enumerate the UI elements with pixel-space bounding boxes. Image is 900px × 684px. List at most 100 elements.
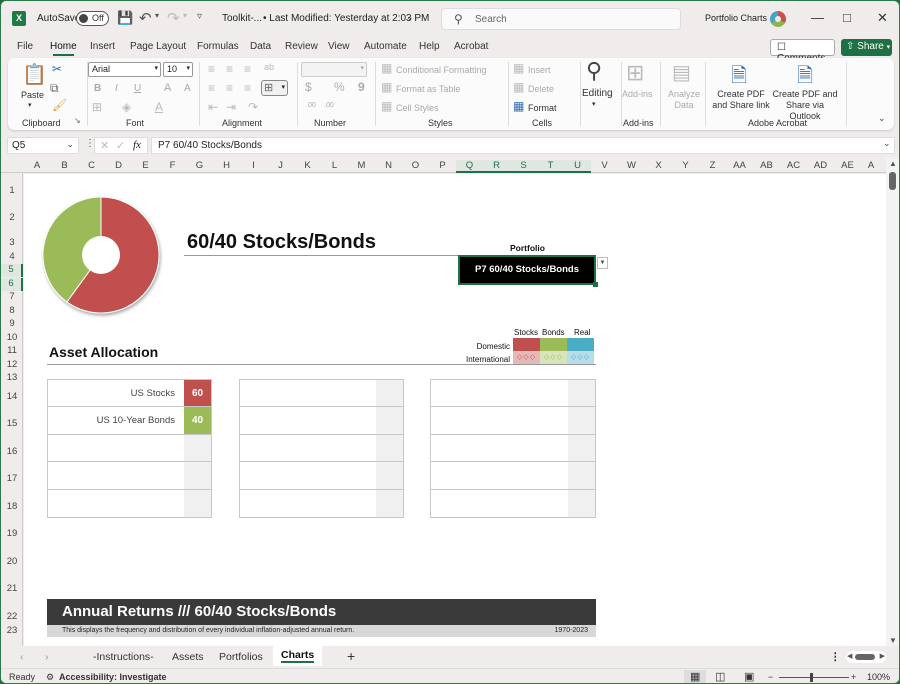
percent-button[interactable]: % <box>334 80 345 94</box>
wrap-text-icon[interactable]: ↷ <box>248 100 258 114</box>
vertical-scrollbar[interactable]: ▲ ▼ <box>886 158 899 646</box>
merge-center-button[interactable]: ⊞ ▾ <box>261 80 288 96</box>
sheet-tab-assets[interactable]: Assets <box>172 651 204 663</box>
row-header[interactable]: 6 <box>1 278 23 291</box>
allocation-row[interactable] <box>48 434 211 463</box>
column-header[interactable]: B <box>51 160 78 171</box>
scroll-down-icon[interactable]: ▼ <box>889 636 897 645</box>
dialog-launcher-icon[interactable]: ↘ <box>74 116 81 125</box>
next-sheet-icon[interactable]: › <box>45 651 49 663</box>
delete-button[interactable]: Delete <box>528 84 554 94</box>
horizontal-scrollbar[interactable]: ◀ ▶ <box>846 651 886 663</box>
tab-formulas[interactable]: Formulas <box>197 41 239 52</box>
row-header[interactable]: 23 <box>1 625 23 638</box>
row-header[interactable]: 14 <box>1 391 23 404</box>
allocation-row[interactable] <box>240 462 403 490</box>
column-header[interactable]: E <box>132 160 159 171</box>
column-header[interactable]: K <box>294 160 321 171</box>
scroll-left-icon[interactable]: ◀ <box>847 652 852 660</box>
column-header[interactable]: P <box>429 160 456 171</box>
row-header[interactable]: 8 <box>1 305 23 318</box>
cancel-icon[interactable]: ✕ <box>100 139 109 152</box>
row-header[interactable]: 18 <box>1 501 23 514</box>
sheet-tab-charts[interactable]: Charts <box>273 646 323 666</box>
column-header[interactable]: A <box>861 160 881 171</box>
paste-button[interactable]: Paste <box>21 90 44 100</box>
row-header[interactable]: 4 <box>1 251 23 264</box>
align-left-icon[interactable]: ≡ <box>208 81 215 95</box>
tab-page-layout[interactable]: Page Layout <box>130 41 186 52</box>
column-header[interactable]: T <box>537 160 564 173</box>
share-button[interactable]: ⇧ Share ▾ <box>841 39 892 56</box>
column-header[interactable]: Z <box>699 160 726 171</box>
tab-help[interactable]: Help <box>419 41 440 52</box>
sheet-tab-instructions[interactable]: -Instructions- <box>93 651 154 663</box>
bold-button[interactable]: B <box>94 83 101 94</box>
insert-button[interactable]: Insert <box>528 65 551 75</box>
orientation-icon[interactable]: ab <box>264 62 274 72</box>
row-header[interactable]: 15 <box>1 418 23 431</box>
row-header[interactable]: 5 <box>1 264 23 277</box>
scroll-thumb[interactable] <box>855 654 875 660</box>
allocation-row[interactable] <box>48 489 211 517</box>
row-header[interactable]: 17 <box>1 473 23 486</box>
column-header[interactable]: H <box>213 160 240 171</box>
zoom-level[interactable]: 100% <box>867 672 890 682</box>
scroll-right-icon[interactable]: ▶ <box>880 652 885 660</box>
create-pdf-share-link-button[interactable]: Create PDF and Share link <box>711 89 771 111</box>
scroll-up-icon[interactable]: ▲ <box>889 159 897 168</box>
column-header[interactable]: X <box>645 160 672 171</box>
sheet-tab-portfolios[interactable]: Portfolios <box>219 651 263 663</box>
analyze-data-icon[interactable]: ▤ <box>672 60 691 85</box>
tab-data[interactable]: Data <box>250 41 271 52</box>
tab-automate[interactable]: Automate <box>364 41 407 52</box>
tab-file[interactable]: File <box>17 41 33 52</box>
row-header[interactable]: 3 <box>1 237 23 250</box>
underline-button[interactable]: U <box>134 83 141 94</box>
more-options-icon[interactable]: ⋮ <box>830 651 841 663</box>
tab-review[interactable]: Review <box>285 41 318 52</box>
account-avatar-icon[interactable] <box>770 11 786 27</box>
comments-button[interactable]: ☐ Comments <box>770 39 835 64</box>
column-header[interactable]: F <box>159 160 186 171</box>
row-header[interactable]: 10 <box>1 332 23 345</box>
borders-icon[interactable]: ⊞ <box>92 100 102 114</box>
paste-icon[interactable]: 📋 <box>22 62 47 87</box>
column-header[interactable]: J <box>267 160 294 171</box>
row-header[interactable]: 22 <box>1 611 23 624</box>
maximize-icon[interactable]: □ <box>843 10 851 25</box>
search-box[interactable]: ⚲ Search <box>441 8 681 30</box>
paste-dropdown-icon[interactable]: ▾ <box>28 101 32 109</box>
tab-acrobat[interactable]: Acrobat <box>454 41 488 52</box>
allocation-row[interactable] <box>431 462 595 490</box>
portfolio-dropdown-icon[interactable]: ▼ <box>597 257 608 269</box>
increase-decimal-button[interactable]: .00 <box>306 102 316 109</box>
zoom-in-button[interactable]: + <box>851 672 856 682</box>
column-header[interactable]: Q <box>456 160 483 173</box>
column-header[interactable]: Y <box>672 160 699 171</box>
row-header[interactable]: 11 <box>1 345 23 358</box>
decrease-decimal-button[interactable]: .00 <box>324 102 334 109</box>
column-header[interactable]: M <box>348 160 375 171</box>
normal-view-icon[interactable]: ▦ <box>684 670 707 683</box>
allocation-row[interactable]: US 10-Year Bonds 40 <box>48 407 211 435</box>
column-header[interactable]: W <box>618 160 645 171</box>
allocation-row[interactable] <box>240 489 403 517</box>
addins-icon[interactable]: ⊞ <box>626 60 644 86</box>
find-icon[interactable]: ⚲ <box>586 58 602 84</box>
italic-button[interactable]: I <box>115 83 118 94</box>
column-header[interactable]: AA <box>726 160 753 171</box>
worksheet[interactable]: 60/40 Stocks/Bonds Portfolio P7 60/40 St… <box>24 174 886 646</box>
allocation-row[interactable] <box>431 380 595 408</box>
column-header[interactable]: V <box>591 160 618 171</box>
number-format-select[interactable]: ▾ <box>301 62 367 77</box>
prev-sheet-icon[interactable]: ‹ <box>20 651 24 663</box>
zoom-slider-thumb[interactable] <box>810 673 813 682</box>
tab-insert[interactable]: Insert <box>90 41 115 52</box>
align-bottom-icon[interactable]: ≡ <box>244 62 251 76</box>
format-button[interactable]: Format <box>528 103 557 113</box>
column-header[interactable]: AC <box>780 160 807 171</box>
undo-dropdown-icon[interactable]: ▾ <box>155 11 159 20</box>
allocation-row[interactable] <box>240 407 403 435</box>
undo-icon[interactable]: ↶ <box>139 9 152 27</box>
